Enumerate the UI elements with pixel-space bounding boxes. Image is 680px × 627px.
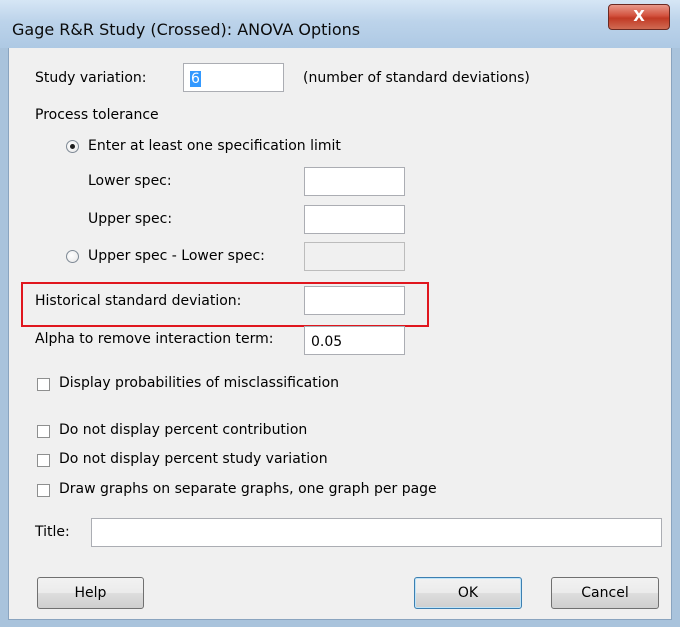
study-variation-value: 6	[190, 71, 201, 87]
ok-button[interactable]: OK	[414, 577, 522, 609]
cancel-button[interactable]: Cancel	[551, 577, 659, 609]
percent-study-variation-label[interactable]: Do not display percent study variation	[59, 451, 328, 467]
misclassification-label[interactable]: Display probabilities of misclassificati…	[59, 375, 339, 391]
historical-sd-label: Historical standard deviation:	[35, 293, 242, 309]
alpha-input[interactable]: 0.05	[304, 326, 405, 355]
percent-study-variation-checkbox[interactable]	[37, 454, 50, 467]
percent-contribution-label[interactable]: Do not display percent contribution	[59, 422, 307, 438]
title-bar[interactable]: Gage R&R Study (Crossed): ANOVA Options …	[0, 0, 680, 48]
percent-contribution-checkbox[interactable]	[37, 425, 50, 438]
study-variation-input[interactable]: 6	[183, 63, 284, 92]
separate-graphs-label[interactable]: Draw graphs on separate graphs, one grap…	[59, 481, 437, 497]
misclassification-checkbox[interactable]	[37, 378, 50, 391]
spec-range-input	[304, 242, 405, 271]
title-input[interactable]	[91, 518, 662, 547]
spec-limit-radio[interactable]	[66, 140, 79, 153]
upper-spec-label: Upper spec:	[88, 211, 173, 227]
study-variation-label: Study variation:	[35, 70, 147, 86]
window-title: Gage R&R Study (Crossed): ANOVA Options	[12, 20, 361, 39]
spec-range-radio[interactable]	[66, 250, 79, 263]
study-variation-hint: (number of standard deviations)	[303, 70, 530, 86]
close-button[interactable]: X	[608, 4, 670, 30]
upper-spec-input[interactable]	[304, 205, 405, 234]
spec-range-option-label[interactable]: Upper spec - Lower spec:	[88, 248, 265, 264]
alpha-label: Alpha to remove interaction term:	[35, 331, 274, 347]
radio-selected-dot	[70, 144, 75, 149]
help-button[interactable]: Help	[37, 577, 144, 609]
close-icon: X	[633, 7, 645, 25]
process-tolerance-heading: Process tolerance	[35, 107, 159, 123]
historical-sd-input[interactable]	[304, 286, 405, 315]
dialog-window: Gage R&R Study (Crossed): ANOVA Options …	[0, 0, 680, 627]
separate-graphs-checkbox[interactable]	[37, 484, 50, 497]
lower-spec-input[interactable]	[304, 167, 405, 196]
title-label: Title:	[35, 524, 70, 540]
lower-spec-label: Lower spec:	[88, 173, 172, 189]
spec-limit-option-label[interactable]: Enter at least one specification limit	[88, 138, 341, 154]
